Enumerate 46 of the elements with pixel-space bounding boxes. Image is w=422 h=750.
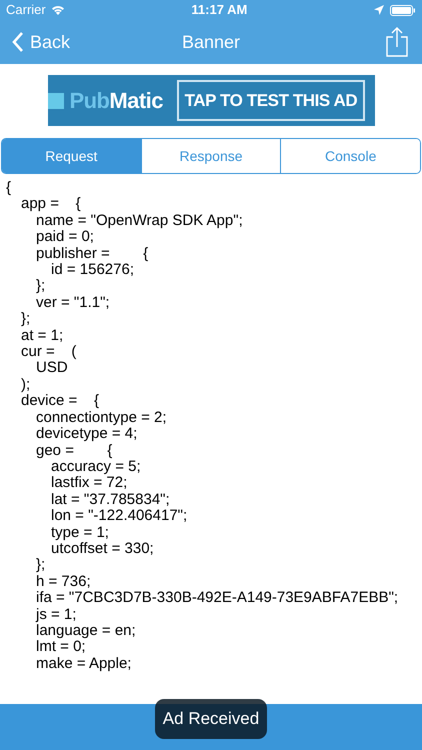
share-icon[interactable] xyxy=(386,27,408,57)
log-line: paid = 0; xyxy=(36,229,94,246)
log-line: utcoffset = 330; xyxy=(51,540,154,558)
log-line: cur = ( xyxy=(21,344,76,360)
log-line: accuracy = 5; xyxy=(51,458,141,476)
log-line: geo = { xyxy=(36,442,112,459)
log-line: lmt = 0; xyxy=(36,639,86,656)
log-line: name = "OpenWrap SDK App"; xyxy=(36,212,243,230)
logo-square-icon xyxy=(48,92,64,108)
log-line: ); xyxy=(21,376,30,394)
carrier-label: Carrier xyxy=(6,1,46,20)
nav-title: Banner xyxy=(182,30,240,54)
log-line: }; xyxy=(21,311,30,328)
log-line: { xyxy=(6,180,12,196)
log-line: js = 1; xyxy=(36,606,76,623)
log-line: connectiontype = 2; xyxy=(36,410,167,426)
log-line: USD xyxy=(36,360,68,377)
chevron-left-icon xyxy=(12,32,24,52)
back-button[interactable]: Back xyxy=(12,28,70,56)
log-line: }; xyxy=(36,278,46,295)
log-line: h = 736; xyxy=(36,574,91,590)
log-line: ver = "1.1"; xyxy=(36,294,110,312)
log-line: devicetype = 4; xyxy=(36,426,138,442)
log-line: lastfix = 72; xyxy=(51,475,128,492)
brand-logo: PubMatic xyxy=(70,87,163,115)
log-line: }; xyxy=(36,557,46,574)
ad-cta: TAP TO TEST THIS AD xyxy=(176,80,365,121)
toast: Ad Received xyxy=(155,699,267,739)
log-line: lat = "37.785834"; xyxy=(51,492,170,508)
location-arrow-icon xyxy=(374,5,384,15)
status-time: 11:17 AM xyxy=(191,1,248,20)
wifi-icon xyxy=(50,5,65,15)
log-line: ifa = "7CBC3D7B-330B-492E-A149-73E9ABFA7EBB"; xyxy=(36,590,398,607)
log-line: language = en; xyxy=(36,622,136,640)
log-line: lon = "-122.406417"; xyxy=(51,508,188,525)
banner-ad[interactable]: PubMatic TAP TO TEST THIS AD xyxy=(48,75,374,126)
log-line: publisher = { xyxy=(36,246,148,262)
log-line: id = 156276; xyxy=(51,262,134,278)
log-line: at = 1; xyxy=(21,328,64,344)
segment-tab[interactable]: Request xyxy=(2,139,141,173)
log-line: device = { xyxy=(21,393,99,410)
log-line: app = { xyxy=(21,196,81,213)
battery-icon xyxy=(390,4,416,16)
log-line: type = 1; xyxy=(51,524,109,541)
log-line: make = Apple; xyxy=(36,656,132,672)
segment-tab[interactable]: Console xyxy=(280,139,420,173)
